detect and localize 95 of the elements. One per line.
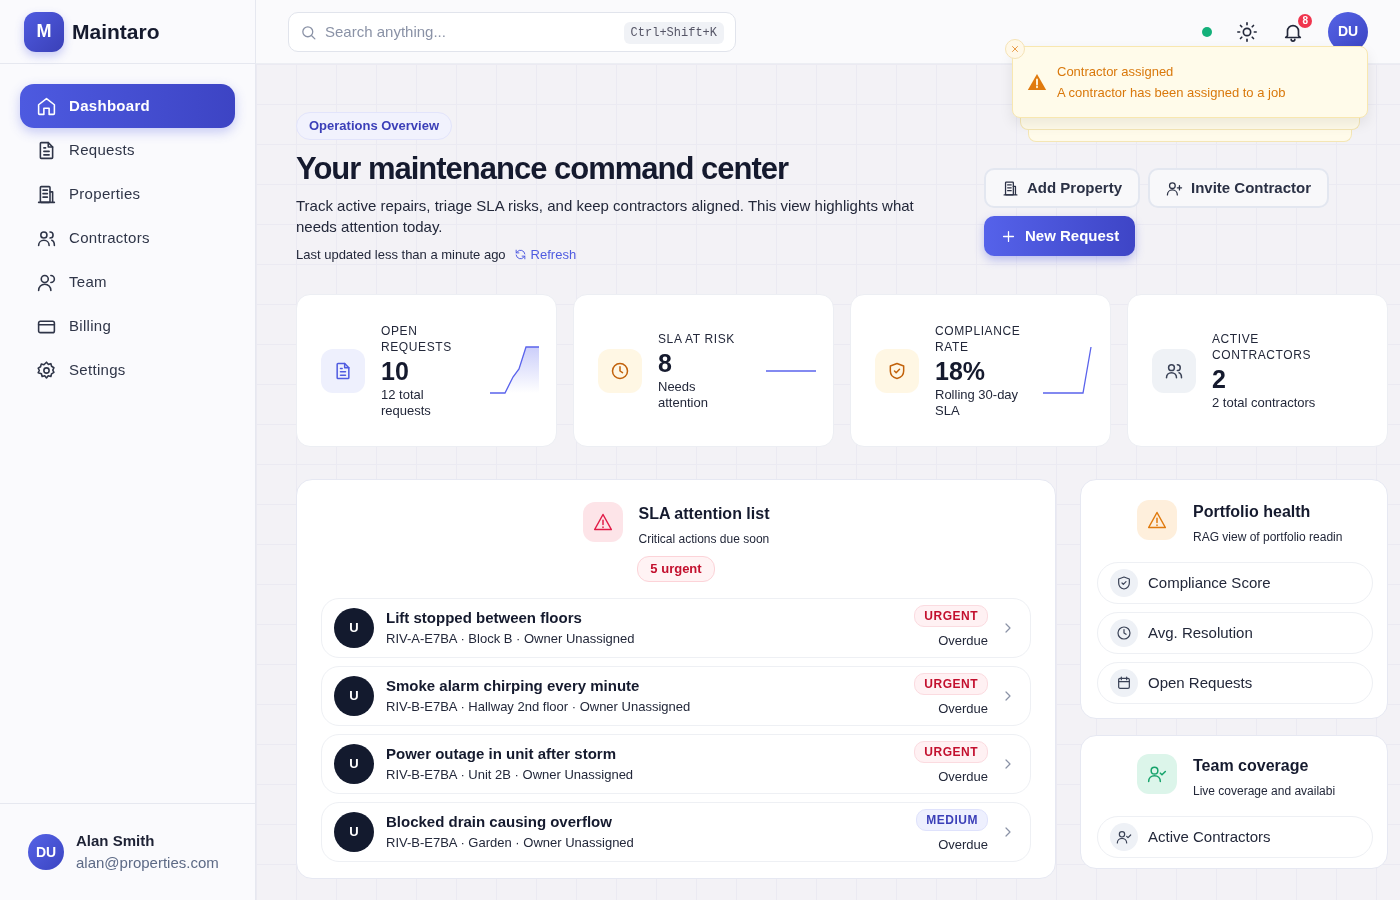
sun-icon xyxy=(1236,21,1258,44)
panel-subtitle: Critical actions due soon xyxy=(638,531,770,549)
warning-icon xyxy=(1027,72,1047,92)
priority-badge: URGENT xyxy=(914,604,988,627)
sparkline-drawing xyxy=(765,368,817,373)
user-check-icon xyxy=(1116,829,1132,846)
request-title: Blocked drain causing overflow xyxy=(386,811,613,832)
metric-label: Avg. Resolution xyxy=(1148,622,1253,643)
refresh-icon xyxy=(513,247,527,261)
metric-label: Compliance Score xyxy=(1148,572,1271,593)
logo-mark: M xyxy=(24,11,64,52)
request-row[interactable]: U Smoke alarm chirping every minute RIV-B-E7BA · Hallway 2nd floor · Owner Unassigned URGENT Overdue xyxy=(321,665,1031,726)
sla-status: Overdue xyxy=(938,835,988,854)
clock-icon xyxy=(610,360,630,381)
last-updated-text: Last updated less than a minute ago xyxy=(296,245,506,264)
user-plus-icon xyxy=(1166,179,1183,197)
section-tag: Operations Overview xyxy=(296,112,453,140)
kpi-value: 18% xyxy=(935,355,987,387)
metric-label: Active Contractors xyxy=(1148,826,1271,847)
new-request-button[interactable]: New Request xyxy=(984,216,1136,256)
building-icon xyxy=(36,183,57,205)
theme-toggle-button[interactable] xyxy=(1236,19,1258,44)
request-title: Lift stopped between floors xyxy=(386,607,583,628)
sidebar-item[interactable]: Billing xyxy=(20,304,235,348)
request-row[interactable]: U Power outage in unit after storm RIV-B-E7BA · Unit 2B · Owner Unassigned URGENT Overdue xyxy=(321,733,1031,794)
panel-title: Team coverage xyxy=(1193,756,1310,777)
request-row[interactable]: U Lift stopped between floors RIV-A-E7BA · Block B · Owner Unassigned URGENT Overdue xyxy=(321,597,1031,658)
toast-message: A contractor has been assigned to a job xyxy=(1057,84,1286,102)
priority-badge: MEDIUM xyxy=(916,808,988,831)
metric-label: Open Requests xyxy=(1148,672,1253,693)
clock-icon xyxy=(1116,625,1132,642)
refresh-link[interactable]: Refresh xyxy=(513,244,577,265)
sla-status: Overdue xyxy=(938,631,988,650)
user-check-icon xyxy=(1147,764,1167,785)
kpi-caption: Needs attention xyxy=(658,378,709,411)
panel-title: Portfolio health xyxy=(1193,502,1312,523)
request-title: Smoke alarm chirping every minute xyxy=(386,675,641,696)
calendar-icon xyxy=(1116,675,1132,692)
online-status-dot xyxy=(1202,26,1212,37)
request-title: Power outage in unit after storm xyxy=(386,743,618,764)
kpi-label: SLA AT RISK xyxy=(658,330,736,347)
action-button[interactable]: Invite Contractor xyxy=(1148,168,1330,208)
request-meta: RIV-B-E7BA · Garden · Owner Unassigned xyxy=(386,834,635,853)
user-email: alan@properties.com xyxy=(76,853,219,873)
sparkline-drawing xyxy=(488,344,540,397)
user-avatar: U xyxy=(334,743,374,784)
kpi-value: 8 xyxy=(658,347,673,379)
kpi-label: OPEN REQUESTS xyxy=(381,322,453,355)
priority-badge: URGENT xyxy=(914,740,988,763)
search-icon xyxy=(300,23,317,41)
brand-name: Maintaro xyxy=(72,18,160,45)
page-description: Track active repairs, triage SLA risks, and keep contractors aligned. This view highlights what needs attention today. xyxy=(296,195,915,237)
user-avatar: U xyxy=(334,675,374,716)
user-avatar: U xyxy=(334,607,374,648)
sla-status: Overdue xyxy=(938,699,988,718)
sidebar-item[interactable]: Requests xyxy=(20,128,235,172)
request-meta: RIV-B-E7BA · Hallway 2nd floor · Owner Unassigned xyxy=(386,698,692,717)
notification-count-badge: 8 xyxy=(1298,13,1312,28)
kpi-label: COMPLIANCE RATE xyxy=(935,322,1022,355)
document-icon xyxy=(333,360,353,381)
kpi-caption: 2 total contractors xyxy=(1212,394,1317,411)
sidebar-item[interactable]: Contractors xyxy=(20,216,235,260)
building-icon xyxy=(1002,179,1019,197)
sidebar-item[interactable]: Settings xyxy=(20,348,235,392)
sidebar-item[interactable]: Dashboard xyxy=(20,84,235,128)
panel-subtitle: RAG view of portfolio readin xyxy=(1193,529,1343,547)
home-icon xyxy=(36,95,57,117)
panel-subtitle: Live coverage and availabi xyxy=(1193,783,1336,801)
kpi-value: 10 xyxy=(381,355,410,387)
toast-title: Contractor assigned xyxy=(1057,63,1175,81)
shield-check-icon xyxy=(887,360,907,381)
kpi-label: ACTIVE CONTRACTORS xyxy=(1212,330,1313,363)
user-name: Alan Smith xyxy=(76,830,156,851)
kpi-caption: 12 total requests xyxy=(381,386,432,419)
panel-title: SLA attention list xyxy=(638,504,770,525)
warning-icon xyxy=(1147,510,1167,531)
sidebar-item[interactable]: Properties xyxy=(20,172,235,216)
kpi-caption: Rolling 30-day SLA xyxy=(935,386,1020,419)
request-row[interactable]: U Blocked drain causing overflow RIV-B-E7BA · Garden · Owner Unassigned MEDIUM Overdue xyxy=(321,801,1031,862)
sla-status: Overdue xyxy=(938,767,988,786)
user-avatar[interactable]: DU xyxy=(28,834,64,870)
sparkline-drawing xyxy=(1042,344,1094,397)
close-icon xyxy=(1010,44,1020,54)
urgent-count-badge: 5 urgent xyxy=(637,556,715,582)
request-meta: RIV-A-E7BA · Block B · Owner Unassigned xyxy=(386,630,636,649)
user-avatar: U xyxy=(334,811,374,852)
priority-badge: URGENT xyxy=(914,672,988,695)
warning-icon xyxy=(592,512,613,533)
sidebar-item[interactable]: Team xyxy=(20,260,235,304)
action-button[interactable]: Add Property xyxy=(984,168,1140,208)
settings-icon xyxy=(36,359,57,381)
request-meta: RIV-B-E7BA · Unit 2B · Owner Unassigned xyxy=(386,766,635,785)
page-title: Your maintenance command center xyxy=(296,149,790,187)
shield-check-icon xyxy=(1116,575,1132,592)
kpi-value: 2 xyxy=(1212,363,1227,395)
